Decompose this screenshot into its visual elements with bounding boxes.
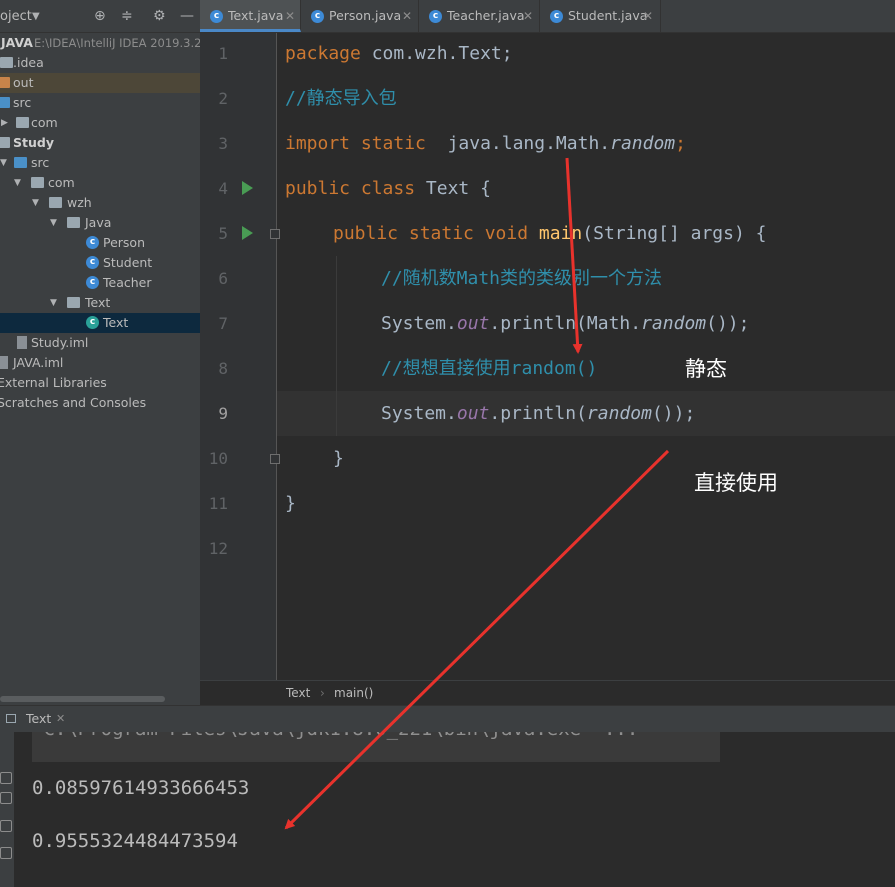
annotation-direct-label: 直接使用 [694,471,778,495]
annotation-arrows [284,157,670,830]
annotation-static-label: 静态 [685,357,727,381]
annotation-arrow-static [565,157,583,354]
annotation-arrow-direct [284,449,670,830]
